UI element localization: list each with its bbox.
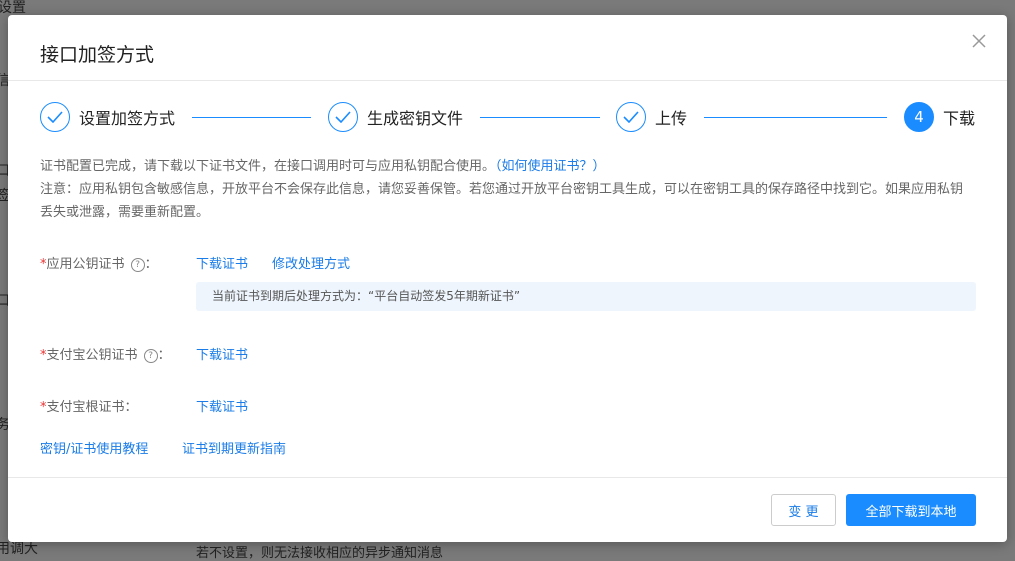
step-label: 下载 bbox=[943, 109, 976, 128]
help-icon[interactable]: ? bbox=[143, 348, 158, 363]
check-icon bbox=[616, 102, 646, 132]
how-to-use-cert-link[interactable]: （如何使用证书？） bbox=[495, 159, 606, 174]
bg-text: 若不设置，则无法接收相应的异步通知消息 bbox=[196, 546, 444, 561]
cert-expiry-notice: 当前证书到期后处理方式为：“平台自动签发5年期新证书” bbox=[196, 282, 976, 311]
step-1: 设置加签方式 bbox=[40, 100, 175, 134]
step-progress: 设置加签方式 生成密钥文件 上传 4 下载 bbox=[40, 100, 980, 136]
note-text: 注意：应用私钥包含敏感信息，开放平台不会保存此信息，请您妥善保管。若您通过开放平… bbox=[40, 182, 964, 220]
dialog-title: 接口加签方式 bbox=[40, 44, 155, 66]
step-2: 生成密钥文件 bbox=[328, 100, 463, 134]
step-connector bbox=[480, 117, 600, 118]
step-connector bbox=[192, 117, 311, 118]
modify-handling-link[interactable]: 修改处理方式 bbox=[272, 253, 350, 272]
root-cert-label: *支付宝根证书： bbox=[40, 400, 138, 415]
step-3: 上传 bbox=[616, 100, 687, 134]
help-icon[interactable]: ? bbox=[130, 257, 145, 272]
dialog-header: 接口加签方式 bbox=[8, 15, 1007, 81]
step-label: 上传 bbox=[655, 109, 688, 128]
download-all-button[interactable]: 全部下载到本地 bbox=[846, 494, 976, 526]
dialog-footer: 变 更 全部下载到本地 bbox=[8, 477, 1007, 543]
check-icon bbox=[328, 102, 358, 132]
app-cert-label: *应用公钥证书 ?： bbox=[40, 257, 158, 272]
download-alipay-cert-link[interactable]: 下载证书 bbox=[196, 344, 248, 363]
cert-renew-guide-link[interactable]: 证书到期更新指南 bbox=[182, 438, 286, 457]
download-app-cert-link[interactable]: 下载证书 bbox=[196, 253, 248, 272]
step-label: 设置加签方式 bbox=[79, 109, 176, 128]
download-root-cert-link[interactable]: 下载证书 bbox=[196, 396, 248, 415]
step-number: 4 bbox=[904, 102, 934, 132]
step-4: 4 下载 bbox=[904, 100, 975, 134]
close-icon[interactable] bbox=[969, 32, 989, 52]
sign-method-dialog: 接口加签方式 设置加签方式 生成密钥文件 上传 4 下载 证书配置已完成，请下载… bbox=[8, 15, 1007, 542]
info-text: 证书配置已完成，请下载以下证书文件，在接口调用时可与应用私钥配合使用。（如何使用… bbox=[40, 155, 975, 224]
step-label: 生成密钥文件 bbox=[367, 109, 464, 128]
check-icon bbox=[40, 102, 70, 132]
key-cert-tutorial-link[interactable]: 密钥/证书使用教程 bbox=[40, 438, 148, 457]
completion-text: 证书配置已完成，请下载以下证书文件，在接口调用时可与应用私钥配合使用。 bbox=[40, 159, 496, 174]
change-button[interactable]: 变 更 bbox=[771, 494, 836, 526]
step-connector bbox=[704, 117, 887, 118]
alipay-cert-label: *支付宝公钥证书 ?： bbox=[40, 348, 171, 363]
